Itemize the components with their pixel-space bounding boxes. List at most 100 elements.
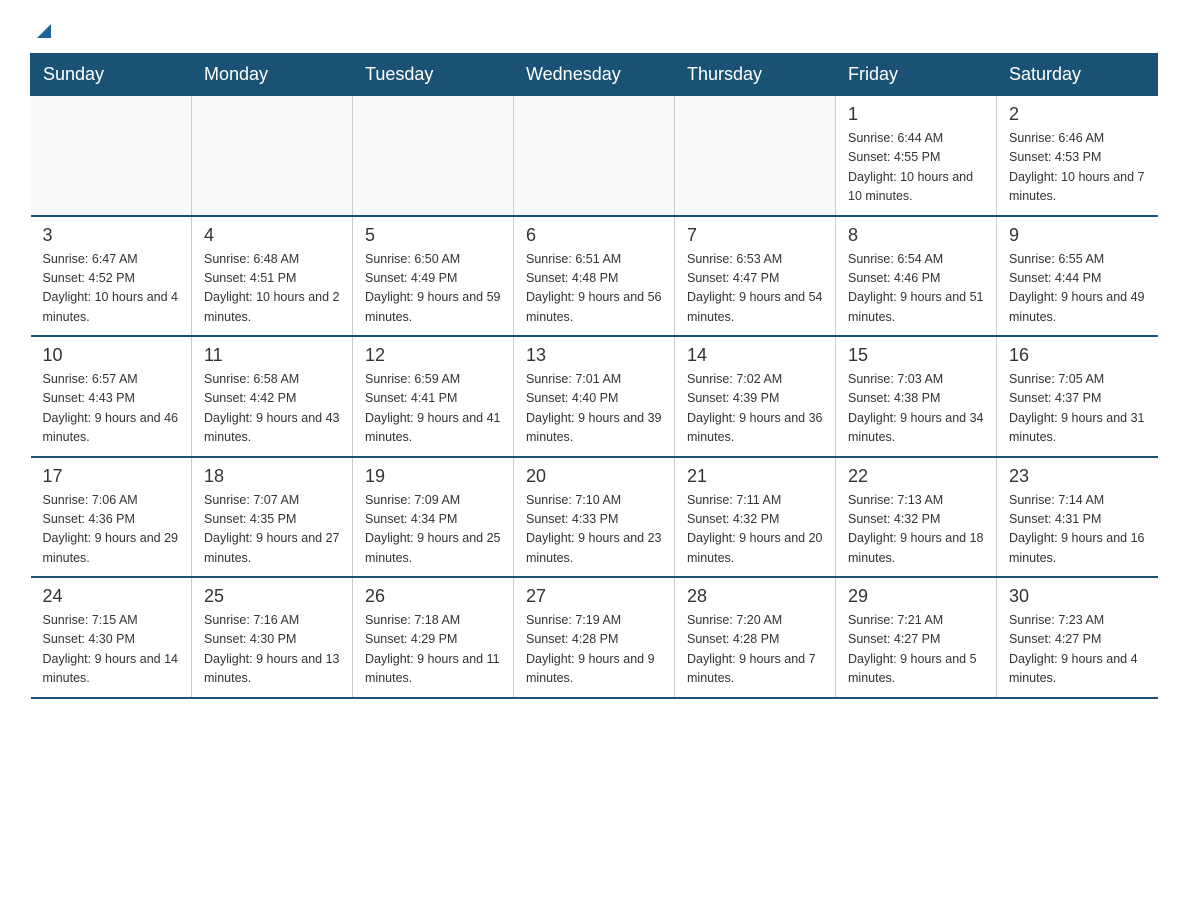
calendar-cell: 27Sunrise: 7:19 AM Sunset: 4:28 PM Dayli… [514, 577, 675, 698]
day-number: 18 [204, 466, 340, 487]
day-number: 8 [848, 225, 984, 246]
day-info: Sunrise: 7:03 AM Sunset: 4:38 PM Dayligh… [848, 370, 984, 448]
calendar-cell: 29 Sunrise: 7:21 AM Sunset: 4:27 PM Dayli… [836, 577, 997, 698]
day-number: 19 [365, 466, 501, 487]
calendar-cell: 20 Sunrise: 7:10 AM Sunset: 4:33 PM Dayli… [514, 457, 675, 578]
calendar-cell: 14 Sunrise: 7:02 AM Sunset: 4:39 PM Dayli… [675, 336, 836, 457]
calendar-week-row: 1Sunrise: 6:44 AM Sunset: 4:55 PM Daylig… [31, 96, 1158, 216]
calendar-cell: 2 Sunrise: 6:46 AM Sunset: 4:53 PM Daylig… [997, 96, 1158, 216]
calendar-cell: 3 Sunrise: 6:47 AM Sunset: 4:52 PM Daylig… [31, 216, 192, 337]
day-info: Sunrise: 6:59 AM Sunset: 4:41 PM Dayligh… [365, 370, 501, 448]
calendar-cell: 22 Sunrise: 7:13 AM Sunset: 4:32 PM Dayli… [836, 457, 997, 578]
day-info: Sunrise: 7:11 AM Sunset: 4:32 PM Dayligh… [687, 491, 823, 569]
logo [30, 20, 55, 43]
day-info: Sunrise: 6:46 AM Sunset: 4:53 PM Dayligh… [1009, 129, 1146, 207]
calendar-cell: 15 Sunrise: 7:03 AM Sunset: 4:38 PM Dayli… [836, 336, 997, 457]
day-number: 9 [1009, 225, 1146, 246]
day-number: 27 [526, 586, 662, 607]
day-info: Sunrise: 7:01 AM Sunset: 4:40 PM Dayligh… [526, 370, 662, 448]
day-number: 10 [43, 345, 180, 366]
weekday-header-friday: Friday [836, 54, 997, 96]
calendar-cell: 5 Sunrise: 6:50 AM Sunset: 4:49 PM Daylig… [353, 216, 514, 337]
day-number: 21 [687, 466, 823, 487]
day-number: 30 [1009, 586, 1146, 607]
calendar-cell: 12 Sunrise: 6:59 AM Sunset: 4:41 PM Dayli… [353, 336, 514, 457]
day-info: Sunrise: 7:21 AM Sunset: 4:27 PM Dayligh… [848, 611, 984, 689]
weekday-header-tuesday: Tuesday [353, 54, 514, 96]
day-number: 2 [1009, 104, 1146, 125]
calendar-cell: 25 Sunrise: 7:16 AM Sunset: 4:30 PM Dayli… [192, 577, 353, 698]
calendar-cell: 6 Sunrise: 6:51 AM Sunset: 4:48 PM Daylig… [514, 216, 675, 337]
day-number: 14 [687, 345, 823, 366]
day-info: Sunrise: 6:57 AM Sunset: 4:43 PM Dayligh… [43, 370, 180, 448]
day-info: Sunrise: 7:07 AM Sunset: 4:35 PM Dayligh… [204, 491, 340, 569]
day-number: 26 [365, 586, 501, 607]
day-number: 15 [848, 345, 984, 366]
calendar-week-row: 3 Sunrise: 6:47 AM Sunset: 4:52 PM Daylig… [31, 216, 1158, 337]
day-number: 23 [1009, 466, 1146, 487]
day-number: 3 [43, 225, 180, 246]
calendar-cell: 17Sunrise: 7:06 AM Sunset: 4:36 PM Dayli… [31, 457, 192, 578]
day-info: Sunrise: 7:18 AM Sunset: 4:29 PM Dayligh… [365, 611, 501, 689]
day-info: Sunrise: 6:47 AM Sunset: 4:52 PM Dayligh… [43, 250, 180, 328]
weekday-header-row: SundayMondayTuesdayWednesdayThursdayFrid… [31, 54, 1158, 96]
logo-icon [33, 20, 55, 47]
calendar-cell: 26 Sunrise: 7:18 AM Sunset: 4:29 PM Dayli… [353, 577, 514, 698]
day-info: Sunrise: 7:13 AM Sunset: 4:32 PM Dayligh… [848, 491, 984, 569]
day-number: 24 [43, 586, 180, 607]
day-info: Sunrise: 6:48 AM Sunset: 4:51 PM Dayligh… [204, 250, 340, 328]
day-info: Sunrise: 6:51 AM Sunset: 4:48 PM Dayligh… [526, 250, 662, 328]
day-info: Sunrise: 7:09 AM Sunset: 4:34 PM Dayligh… [365, 491, 501, 569]
day-number: 5 [365, 225, 501, 246]
weekday-header-monday: Monday [192, 54, 353, 96]
calendar-week-row: 17Sunrise: 7:06 AM Sunset: 4:36 PM Dayli… [31, 457, 1158, 578]
calendar-cell: 13 Sunrise: 7:01 AM Sunset: 4:40 PM Dayli… [514, 336, 675, 457]
calendar-cell [353, 96, 514, 216]
day-info: Sunrise: 6:55 AM Sunset: 4:44 PM Dayligh… [1009, 250, 1146, 328]
day-info: Sunrise: 6:54 AM Sunset: 4:46 PM Dayligh… [848, 250, 984, 328]
calendar-cell: 24 Sunrise: 7:15 AM Sunset: 4:30 PM Dayli… [31, 577, 192, 698]
day-number: 1 [848, 104, 984, 125]
calendar-week-row: 24 Sunrise: 7:15 AM Sunset: 4:30 PM Dayli… [31, 577, 1158, 698]
day-number: 25 [204, 586, 340, 607]
calendar-cell [31, 96, 192, 216]
calendar-cell: 4 Sunrise: 6:48 AM Sunset: 4:51 PM Daylig… [192, 216, 353, 337]
calendar-cell: 30Sunrise: 7:23 AM Sunset: 4:27 PM Dayli… [997, 577, 1158, 698]
calendar-cell: 19 Sunrise: 7:09 AM Sunset: 4:34 PM Dayli… [353, 457, 514, 578]
calendar-cell: 11 Sunrise: 6:58 AM Sunset: 4:42 PM Dayli… [192, 336, 353, 457]
calendar-cell [514, 96, 675, 216]
day-info: Sunrise: 7:02 AM Sunset: 4:39 PM Dayligh… [687, 370, 823, 448]
day-info: Sunrise: 6:50 AM Sunset: 4:49 PM Dayligh… [365, 250, 501, 328]
weekday-header-wednesday: Wednesday [514, 54, 675, 96]
day-number: 12 [365, 345, 501, 366]
day-number: 6 [526, 225, 662, 246]
day-info: Sunrise: 7:16 AM Sunset: 4:30 PM Dayligh… [204, 611, 340, 689]
day-number: 11 [204, 345, 340, 366]
day-number: 20 [526, 466, 662, 487]
calendar-cell: 18 Sunrise: 7:07 AM Sunset: 4:35 PM Dayli… [192, 457, 353, 578]
calendar-cell [675, 96, 836, 216]
day-info: Sunrise: 7:14 AM Sunset: 4:31 PM Dayligh… [1009, 491, 1146, 569]
day-info: Sunrise: 7:05 AM Sunset: 4:37 PM Dayligh… [1009, 370, 1146, 448]
calendar-cell: 21 Sunrise: 7:11 AM Sunset: 4:32 PM Dayli… [675, 457, 836, 578]
day-number: 16 [1009, 345, 1146, 366]
day-number: 7 [687, 225, 823, 246]
calendar-cell: 16 Sunrise: 7:05 AM Sunset: 4:37 PM Dayli… [997, 336, 1158, 457]
day-number: 13 [526, 345, 662, 366]
day-number: 4 [204, 225, 340, 246]
day-info: Sunrise: 7:20 AM Sunset: 4:28 PM Dayligh… [687, 611, 823, 689]
calendar-table: SundayMondayTuesdayWednesdayThursdayFrid… [30, 53, 1158, 699]
calendar-cell: 7 Sunrise: 6:53 AM Sunset: 4:47 PM Daylig… [675, 216, 836, 337]
day-number: 29 [848, 586, 984, 607]
day-number: 22 [848, 466, 984, 487]
day-info: Sunrise: 6:53 AM Sunset: 4:47 PM Dayligh… [687, 250, 823, 328]
page-header [30, 20, 1158, 43]
day-info: Sunrise: 7:06 AM Sunset: 4:36 PM Dayligh… [43, 491, 180, 569]
calendar-week-row: 10 Sunrise: 6:57 AM Sunset: 4:43 PM Dayli… [31, 336, 1158, 457]
calendar-cell: 1Sunrise: 6:44 AM Sunset: 4:55 PM Daylig… [836, 96, 997, 216]
calendar-cell: 9 Sunrise: 6:55 AM Sunset: 4:44 PM Daylig… [997, 216, 1158, 337]
day-info: Sunrise: 7:15 AM Sunset: 4:30 PM Dayligh… [43, 611, 180, 689]
weekday-header-saturday: Saturday [997, 54, 1158, 96]
day-info: Sunrise: 7:10 AM Sunset: 4:33 PM Dayligh… [526, 491, 662, 569]
day-info: Sunrise: 6:58 AM Sunset: 4:42 PM Dayligh… [204, 370, 340, 448]
